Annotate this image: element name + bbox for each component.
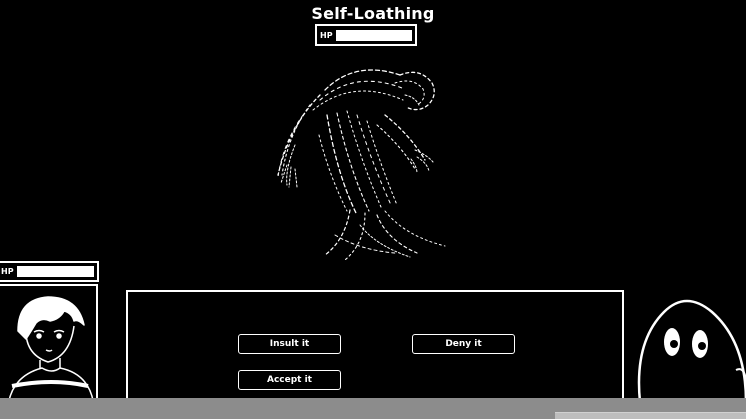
enemy-name: Self-Loathing: [311, 4, 435, 23]
battle-screen: Self-Loathing HP HP Insult it Deny it Ac…: [0, 0, 746, 419]
blob-companion-icon: [637, 299, 746, 404]
player-hp-track: [16, 266, 94, 277]
enemy-hp-fill: [335, 29, 412, 41]
player-hp-label: HP: [1, 267, 14, 276]
enemy-hp-bar: HP: [315, 24, 417, 46]
bottom-bar: [0, 398, 746, 419]
player-portrait: [0, 284, 98, 404]
enemy-hp-label: HP: [320, 30, 333, 40]
bottom-light-panel: [555, 412, 746, 419]
player-hp-fill: [16, 266, 94, 277]
insult-button[interactable]: Insult it: [238, 334, 341, 354]
player-hp-bar: HP: [0, 261, 99, 282]
player-portrait-icon: [8, 296, 95, 402]
enemy-hp-track: [335, 29, 412, 41]
shadow-monster-icon: [277, 69, 446, 261]
accept-button[interactable]: Accept it: [238, 370, 341, 390]
deny-button[interactable]: Deny it: [412, 334, 515, 354]
battle-action-panel: Insult it Deny it Accept it: [126, 290, 624, 410]
